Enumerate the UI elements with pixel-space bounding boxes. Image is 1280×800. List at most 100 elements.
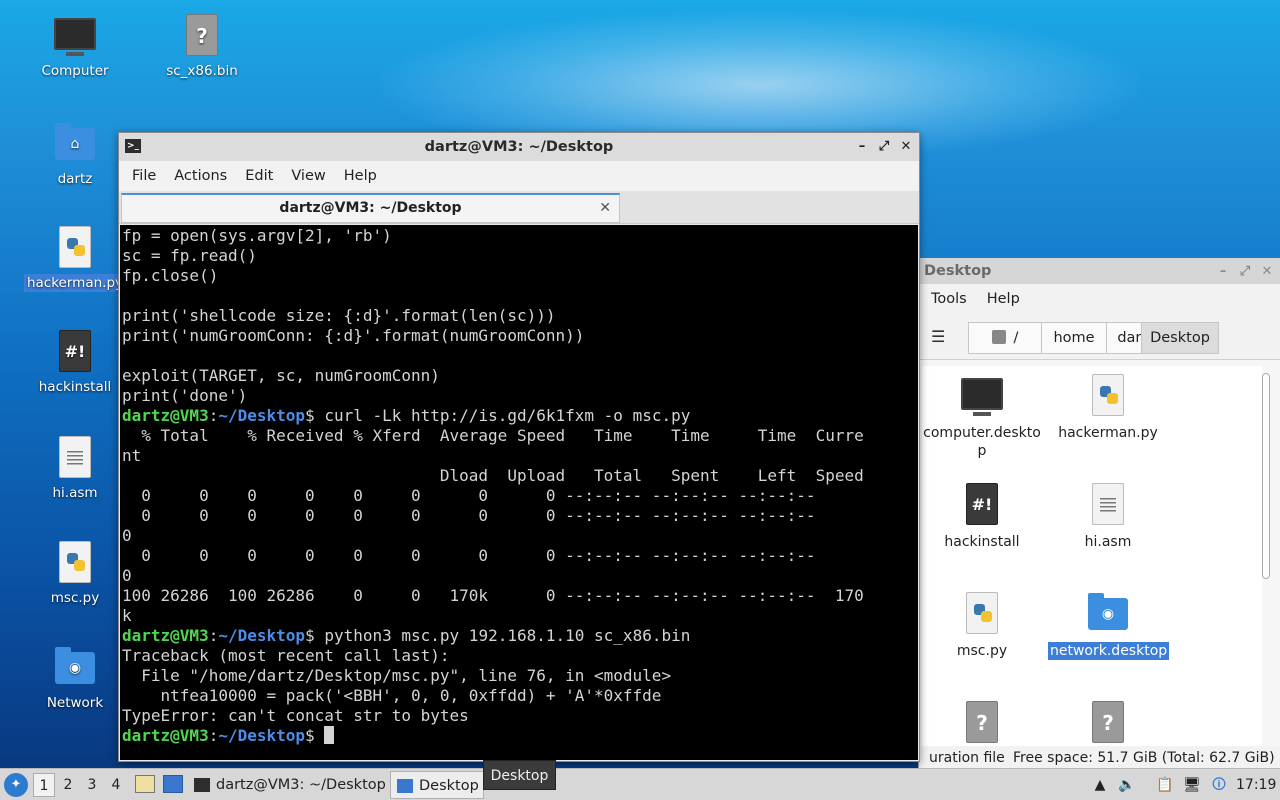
menu-actions[interactable]: Actions [165, 168, 236, 184]
clipboard-icon[interactable]: 📋 [1154, 769, 1176, 800]
file-item-network-desktop[interactable]: ◉ network.desktop [1048, 592, 1170, 660]
script-file-icon: #! [53, 330, 97, 374]
desktop-icon-msc-py[interactable]: msc.py [27, 541, 123, 607]
status-file-type: uration file [929, 750, 1005, 766]
terminal-output-line: 0 [122, 566, 918, 586]
file-item-computer-desktop[interactable]: computer.desktop [922, 374, 1042, 460]
home-folder-icon: ⌂ [53, 122, 97, 166]
workspace-3[interactable]: 3 [81, 773, 103, 797]
desktop-icon-network[interactable]: ◉ Network [27, 646, 123, 712]
python-file-icon [1086, 374, 1130, 418]
prompt-separator: : [208, 726, 219, 745]
menu-view[interactable]: View [282, 168, 334, 184]
terminal-output-line: Dload Upload Total Spent Left Speed [122, 466, 918, 486]
start-menu-icon[interactable]: ✦ [4, 773, 28, 797]
workspace-2[interactable]: 2 [57, 773, 79, 797]
show-desktop-icon[interactable] [163, 775, 183, 793]
terminal-output-line: % Total % Received % Xferd Average Speed… [122, 426, 918, 446]
breadcrumb-desktop[interactable]: Desktop [1141, 322, 1219, 354]
file-item-msc-py[interactable]: msc.py [922, 592, 1042, 660]
terminal-output-line: fp = open(sys.argv[2], 'rb') [122, 226, 918, 246]
line-text: k [122, 606, 132, 625]
line-text: fp.close() [122, 266, 219, 285]
terminal-output-line: 0 0 0 0 0 0 0 0 --:--:-- --:--:-- --:--:… [122, 486, 918, 506]
desktop-icon-label: hackerman.py [23, 274, 127, 292]
desktop-icon-hackinstall[interactable]: #! hackinstall [27, 330, 123, 396]
prompt-symbol: $ [305, 626, 325, 645]
file-item-label: computer.desktop [923, 425, 1041, 459]
workspace-1[interactable]: 1 [33, 773, 55, 797]
minimize-icon[interactable]: – [1216, 259, 1230, 285]
window-controls: – ⤢ ✕ [855, 133, 913, 161]
minimize-icon[interactable]: – [855, 133, 869, 161]
task-desktop[interactable]: Desktop [390, 771, 484, 799]
desktop-icon-hackerman-py[interactable]: hackerman.py [23, 226, 127, 292]
line-text: nt [122, 446, 142, 465]
file-item-unknown[interactable]: ? [1048, 701, 1168, 751]
terminal-output-line: print('done') [122, 386, 918, 406]
breadcrumb-home[interactable]: home [1041, 322, 1107, 354]
desktop-icon-hi-asm[interactable]: hi.asm [27, 436, 123, 502]
desktop-icon-label: Computer [41, 63, 109, 79]
terminal-titlebar[interactable]: >_ dartz@VM3: ~/Desktop – ⤢ ✕ [119, 133, 919, 161]
maximize-icon[interactable]: ⤢ [1238, 259, 1252, 285]
desktop-icon-dartz[interactable]: ⌂ dartz [27, 122, 123, 188]
scrollbar[interactable] [1262, 373, 1270, 579]
python-file-icon [53, 226, 97, 270]
file-manager-launcher-icon[interactable] [135, 775, 155, 793]
menu-edit[interactable]: Edit [236, 168, 282, 184]
line-text: print('shellcode size: {:d}'.format(len(… [122, 306, 556, 325]
tab-label: dartz@VM3: ~/Desktop [279, 200, 462, 216]
terminal-output[interactable]: fp = open(sys.argv[2], 'rb') sc = fp.read… [120, 225, 918, 760]
list-view-icon[interactable]: ☰ [931, 327, 945, 346]
menu-help[interactable]: Help [335, 168, 386, 184]
window-title: dartz@VM3: ~/Desktop [424, 139, 614, 155]
close-icon[interactable]: ✕ [899, 133, 913, 161]
file-item-hackerman-py[interactable]: hackerman.py [1048, 374, 1168, 442]
file-manager-titlebar[interactable]: Desktop – ⤢ ✕ [919, 258, 1280, 284]
text-cursor [324, 726, 335, 744]
update-icon[interactable]: 🛈 [1208, 769, 1230, 800]
file-item-unknown[interactable]: ? [922, 701, 1042, 751]
close-icon[interactable]: ✕ [1260, 259, 1274, 285]
file-item-label: network.desktop [1048, 642, 1170, 660]
window-title: Desktop [924, 263, 992, 279]
file-manager-menubar: Tools Help [919, 284, 1280, 314]
clock[interactable]: 17:19 [1236, 769, 1276, 800]
network-icon[interactable]: 🖥 [1181, 769, 1203, 800]
tray-expand-icon[interactable]: ▲ [1090, 769, 1110, 800]
terminal-output-line: sc = fp.read() [122, 246, 918, 266]
menu-help[interactable]: Help [975, 291, 1028, 307]
terminal-output-line: 0 0 0 0 0 0 0 0 --:--:-- --:--:-- --:--:… [122, 546, 918, 566]
prompt-user: dartz@VM3 [122, 406, 209, 425]
task-terminal[interactable]: dartz@VM3: ~/Desktop [188, 771, 386, 799]
desktop-icon-sc-x86-bin[interactable]: ? sc_x86.bin [154, 14, 250, 80]
python-file-icon [53, 541, 97, 585]
file-item-hi-asm[interactable]: hi.asm [1048, 483, 1168, 551]
file-item-hackinstall[interactable]: #! hackinstall [922, 483, 1042, 551]
drive-icon [991, 330, 1006, 344]
maximize-icon[interactable]: ⤢ [877, 133, 891, 161]
prompt-separator: : [208, 626, 219, 645]
terminal-tab[interactable]: dartz@VM3: ~/Desktop ✕ [121, 193, 620, 223]
line-text: python3 msc.py 192.168.1.10 sc_x86.bin [324, 626, 691, 645]
menu-file[interactable]: File [123, 168, 165, 184]
breadcrumb-root[interactable]: / [968, 322, 1042, 354]
script-file-icon: #! [960, 483, 1004, 527]
status-bar: uration file Free space: 51.7 GiB (Total… [919, 746, 1280, 770]
line-text: fp = open(sys.argv[2], 'rb') [122, 226, 392, 245]
workspace-4[interactable]: 4 [105, 773, 127, 797]
line-text: File "/home/dartz/Desktop/msc.py", line … [122, 666, 672, 685]
file-manager-window: Desktop – ⤢ ✕ Tools Help ☰ / home dartz … [918, 258, 1280, 770]
terminal-output-line: File "/home/dartz/Desktop/msc.py", line … [122, 666, 918, 686]
tab-close-icon[interactable]: ✕ [599, 195, 611, 221]
computer-icon [53, 14, 97, 58]
line-text: sc = fp.read() [122, 246, 257, 265]
desktop-icon-computer[interactable]: Computer [27, 14, 123, 80]
task-label: Desktop [419, 778, 479, 794]
desktop-icon-label: hackinstall [38, 379, 112, 395]
terminal-output-line: Traceback (most recent call last): [122, 646, 918, 666]
prompt-path: ~/Desktop [218, 406, 306, 425]
volume-icon[interactable]: 🔈 [1116, 769, 1138, 800]
menu-tools[interactable]: Tools [919, 291, 975, 307]
